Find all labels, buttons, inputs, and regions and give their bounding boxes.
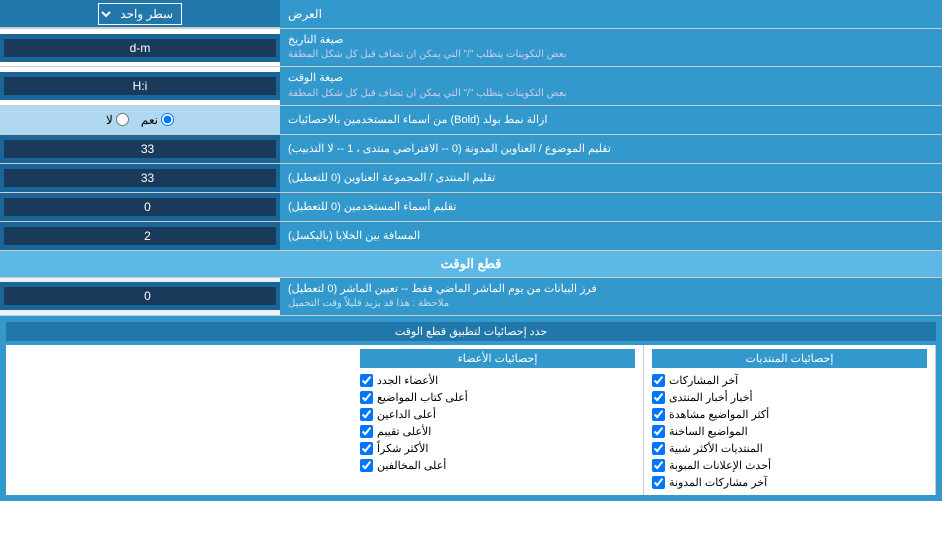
checkbox-forum-news[interactable]	[652, 391, 665, 404]
check-item-most-thanked: الأكثر شكراً	[360, 440, 635, 457]
checkbox-shares[interactable]	[652, 374, 665, 387]
member-stats-header: إحصائيات الأعضاء	[360, 349, 635, 368]
check-item-blog-posts: آخر مشاركات المدونة	[652, 474, 927, 491]
forum-title-input[interactable]	[4, 169, 276, 187]
username-trim-label: تقليم أسماء المستخدمين (0 للتعطيل)	[280, 193, 942, 221]
checkboxes-area: إحصائيات المنتديات آخر المشاركات أخبار أ…	[6, 345, 936, 495]
date-format-row: صيغة التاريخ بعض التكوينات يتطلب "/" الت…	[0, 29, 942, 67]
snapshot-row-label: فرز البيانات من يوم الماشر الماضي فقط --…	[280, 278, 942, 315]
bottom-section: حدد إحصائيات لتطبيق قطع الوقت إحصائيات ا…	[0, 316, 942, 501]
forum-title-label: تقليم المنتدى / المجموعة العناوين (0 للت…	[280, 164, 942, 192]
checkbox-top-referrers[interactable]	[360, 408, 373, 421]
cell-spacing-label: المسافة بين الخلايا (بالبكسل)	[280, 222, 942, 250]
date-format-input-area	[0, 34, 280, 62]
time-format-label: صيغة الوقت بعض التكوينات يتطلب "/" التي …	[280, 67, 942, 104]
checkbox-top-posters[interactable]	[360, 391, 373, 404]
forum-title-input-area	[0, 164, 280, 192]
topic-title-input[interactable]	[4, 140, 276, 158]
display-label: العرض	[280, 0, 942, 28]
limit-label: حدد إحصائيات لتطبيق قطع الوقت	[6, 322, 936, 341]
display-row: العرض سطر واحد سطرين ثلاثة أسطر	[0, 0, 942, 29]
date-format-input[interactable]	[4, 39, 276, 57]
bold-remove-row: ازالة نمط بولد (Bold) من اسماء المستخدمي…	[0, 106, 942, 135]
username-trim-row: تقليم أسماء المستخدمين (0 للتعطيل)	[0, 193, 942, 222]
display-select-area: سطر واحد سطرين ثلاثة أسطر	[0, 0, 280, 28]
empty-col	[6, 345, 352, 495]
checkbox-most-thanked[interactable]	[360, 442, 373, 455]
time-format-input-area	[0, 72, 280, 100]
checkbox-most-viewed[interactable]	[652, 408, 665, 421]
bold-yes-label: نعم	[141, 113, 174, 127]
snapshot-input[interactable]	[4, 287, 276, 305]
cell-spacing-row: المسافة بين الخلايا (بالبكسل)	[0, 222, 942, 251]
member-stats-col: إحصائيات الأعضاء الأعضاء الجدد أعلى كتاب…	[352, 345, 644, 495]
check-item-similar: المنتديات الأكثر شبية	[652, 440, 927, 457]
check-item-top-rated: الأعلى تقييم	[360, 423, 635, 440]
username-trim-input[interactable]	[4, 198, 276, 216]
topic-title-input-area	[0, 135, 280, 163]
checkbox-new-members[interactable]	[360, 374, 373, 387]
checkbox-hot-topics[interactable]	[652, 425, 665, 438]
snapshot-input-area	[0, 282, 280, 310]
bold-yes-radio[interactable]	[161, 113, 174, 126]
bold-remove-label: ازالة نمط بولد (Bold) من اسماء المستخدمي…	[280, 106, 942, 134]
forum-stats-col: إحصائيات المنتديات آخر المشاركات أخبار أ…	[644, 345, 936, 495]
snapshot-header: قطع الوقت	[0, 251, 942, 278]
snapshot-row: فرز البيانات من يوم الماشر الماضي فقط --…	[0, 278, 942, 316]
date-format-label: صيغة التاريخ بعض التكوينات يتطلب "/" الت…	[280, 29, 942, 66]
forum-title-row: تقليم المنتدى / المجموعة العناوين (0 للت…	[0, 164, 942, 193]
bold-remove-radio-area: نعم لا	[0, 106, 280, 134]
display-select[interactable]: سطر واحد سطرين ثلاثة أسطر	[98, 3, 182, 25]
checkbox-classifieds[interactable]	[652, 459, 665, 472]
forum-stats-header: إحصائيات المنتديات	[652, 349, 927, 368]
check-item-hot-topics: المواضيع الساخنة	[652, 423, 927, 440]
bold-no-label: لا	[106, 113, 129, 127]
check-item-new-members: الأعضاء الجدد	[360, 372, 635, 389]
check-item-classifieds: أحدث الإعلانات المبوبة	[652, 457, 927, 474]
username-trim-input-area	[0, 193, 280, 221]
checkbox-top-violators[interactable]	[360, 459, 373, 472]
bold-no-radio[interactable]	[116, 113, 129, 126]
checkbox-top-rated[interactable]	[360, 425, 373, 438]
check-item-top-violators: أعلى المخالفين	[360, 457, 635, 474]
check-item-top-posters: أعلى كتاب المواضيع	[360, 389, 635, 406]
time-format-row: صيغة الوقت بعض التكوينات يتطلب "/" التي …	[0, 67, 942, 105]
topic-title-row: تقليم الموضوع / العناوين المدونة (0 -- ا…	[0, 135, 942, 164]
cell-spacing-input[interactable]	[4, 227, 276, 245]
time-format-input[interactable]	[4, 77, 276, 95]
check-item-shares: آخر المشاركات	[652, 372, 927, 389]
cell-spacing-input-area	[0, 222, 280, 250]
topic-title-label: تقليم الموضوع / العناوين المدونة (0 -- ا…	[280, 135, 942, 163]
check-item-most-viewed: أكثر المواضيع مشاهدة	[652, 406, 927, 423]
checkbox-similar[interactable]	[652, 442, 665, 455]
main-container: العرض سطر واحد سطرين ثلاثة أسطر صيغة الت…	[0, 0, 942, 501]
checkbox-blog-posts[interactable]	[652, 476, 665, 489]
check-item-top-referrers: أعلى الداعين	[360, 406, 635, 423]
check-item-forum-news: أخبار أخبار المنتدى	[652, 389, 927, 406]
